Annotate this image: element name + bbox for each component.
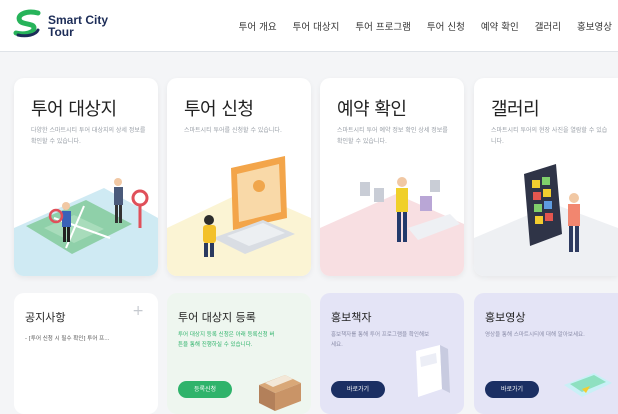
folder-icon (259, 375, 301, 411)
register-description: 투어 대상지 등록 신청은 아래 등록신청 버튼을 통해 진행하실 수 있습니다… (178, 332, 275, 348)
nav-item-overview[interactable]: 투어 개요 (239, 19, 277, 33)
register-title: 투어 대상지 등록 (178, 311, 256, 324)
laptop-person-illustration-icon (167, 156, 311, 276)
map-people-illustration-icon (14, 178, 158, 276)
register-panel: 투어 대상지 등록 투어 대상지 등록 신청은 아래 등록신청 버튼을 통해 진… (167, 293, 311, 414)
video-panel: 홍보영상 영상을 통해 스마트시티에 대해 알아보세요. 바로가기 (474, 293, 618, 414)
nav-item-video[interactable]: 홍보영상 (577, 19, 612, 33)
card-destinations[interactable]: 투어 대상지 다양한 스마트시티 투어 대상지의 상세 정보를 확인할 수 있습… (14, 78, 158, 276)
logo[interactable]: Smart City Tour (12, 9, 122, 45)
notice-panel: 공지사항 + - [투어 신청 시 필수 확인] 투어 프... (14, 293, 158, 414)
notice-item[interactable]: - [투어 신청 시 필수 확인] 투어 프... (25, 334, 109, 342)
video-screen-icon (564, 373, 612, 397)
main-nav: 투어 개요 투어 대상지 투어 프로그램 투어 신청 예약 확인 갤러리 홍보영… (223, 19, 612, 33)
logo-mark-icon (13, 9, 41, 38)
nav-item-reservation[interactable]: 예약 확인 (481, 19, 519, 33)
card-reservation[interactable]: 예약 확인 스마트시티 투어 예약 정보 확인 상세 정보를 확인할 수 있습니… (320, 78, 464, 276)
register-button[interactable]: 등록신청 (178, 381, 232, 398)
nav-item-gallery[interactable]: 갤러리 (535, 19, 561, 33)
booklet-button[interactable]: 바로가기 (331, 381, 385, 398)
booklet-icon (416, 345, 450, 397)
card-gallery[interactable]: 갤러리 스마트시티 투어의 현장 사진을 열람할 수 있습니다. (474, 78, 618, 276)
nav-item-apply[interactable]: 투어 신청 (427, 19, 465, 33)
site-header: Smart City Tour 투어 개요 투어 대상지 투어 프로그램 투어 … (0, 0, 618, 52)
booklet-title: 홍보책자 (331, 311, 372, 324)
card-apply[interactable]: 투어 신청 스마트시티 투어를 신청할 수 있습니다. (167, 78, 311, 276)
logo-text-line2: Tour (48, 25, 74, 39)
notice-title: 공지사항 (25, 311, 66, 324)
gallery-phone-illustration-icon (474, 164, 618, 276)
nav-item-programs[interactable]: 투어 프로그램 (355, 19, 410, 33)
video-title: 홍보영상 (485, 311, 526, 324)
video-button[interactable]: 바로가기 (485, 381, 539, 398)
nav-item-destinations[interactable]: 투어 대상지 (293, 19, 340, 33)
video-description: 영상을 통해 스마트시티에 대해 알아보세요. (485, 332, 585, 338)
person-screens-illustration-icon (320, 177, 464, 276)
notice-more-icon[interactable]: + (132, 303, 144, 319)
booklet-panel: 홍보책자 홍보책자를 통해 투어 프로그램을 확인해보세요. 바로가기 (320, 293, 464, 414)
